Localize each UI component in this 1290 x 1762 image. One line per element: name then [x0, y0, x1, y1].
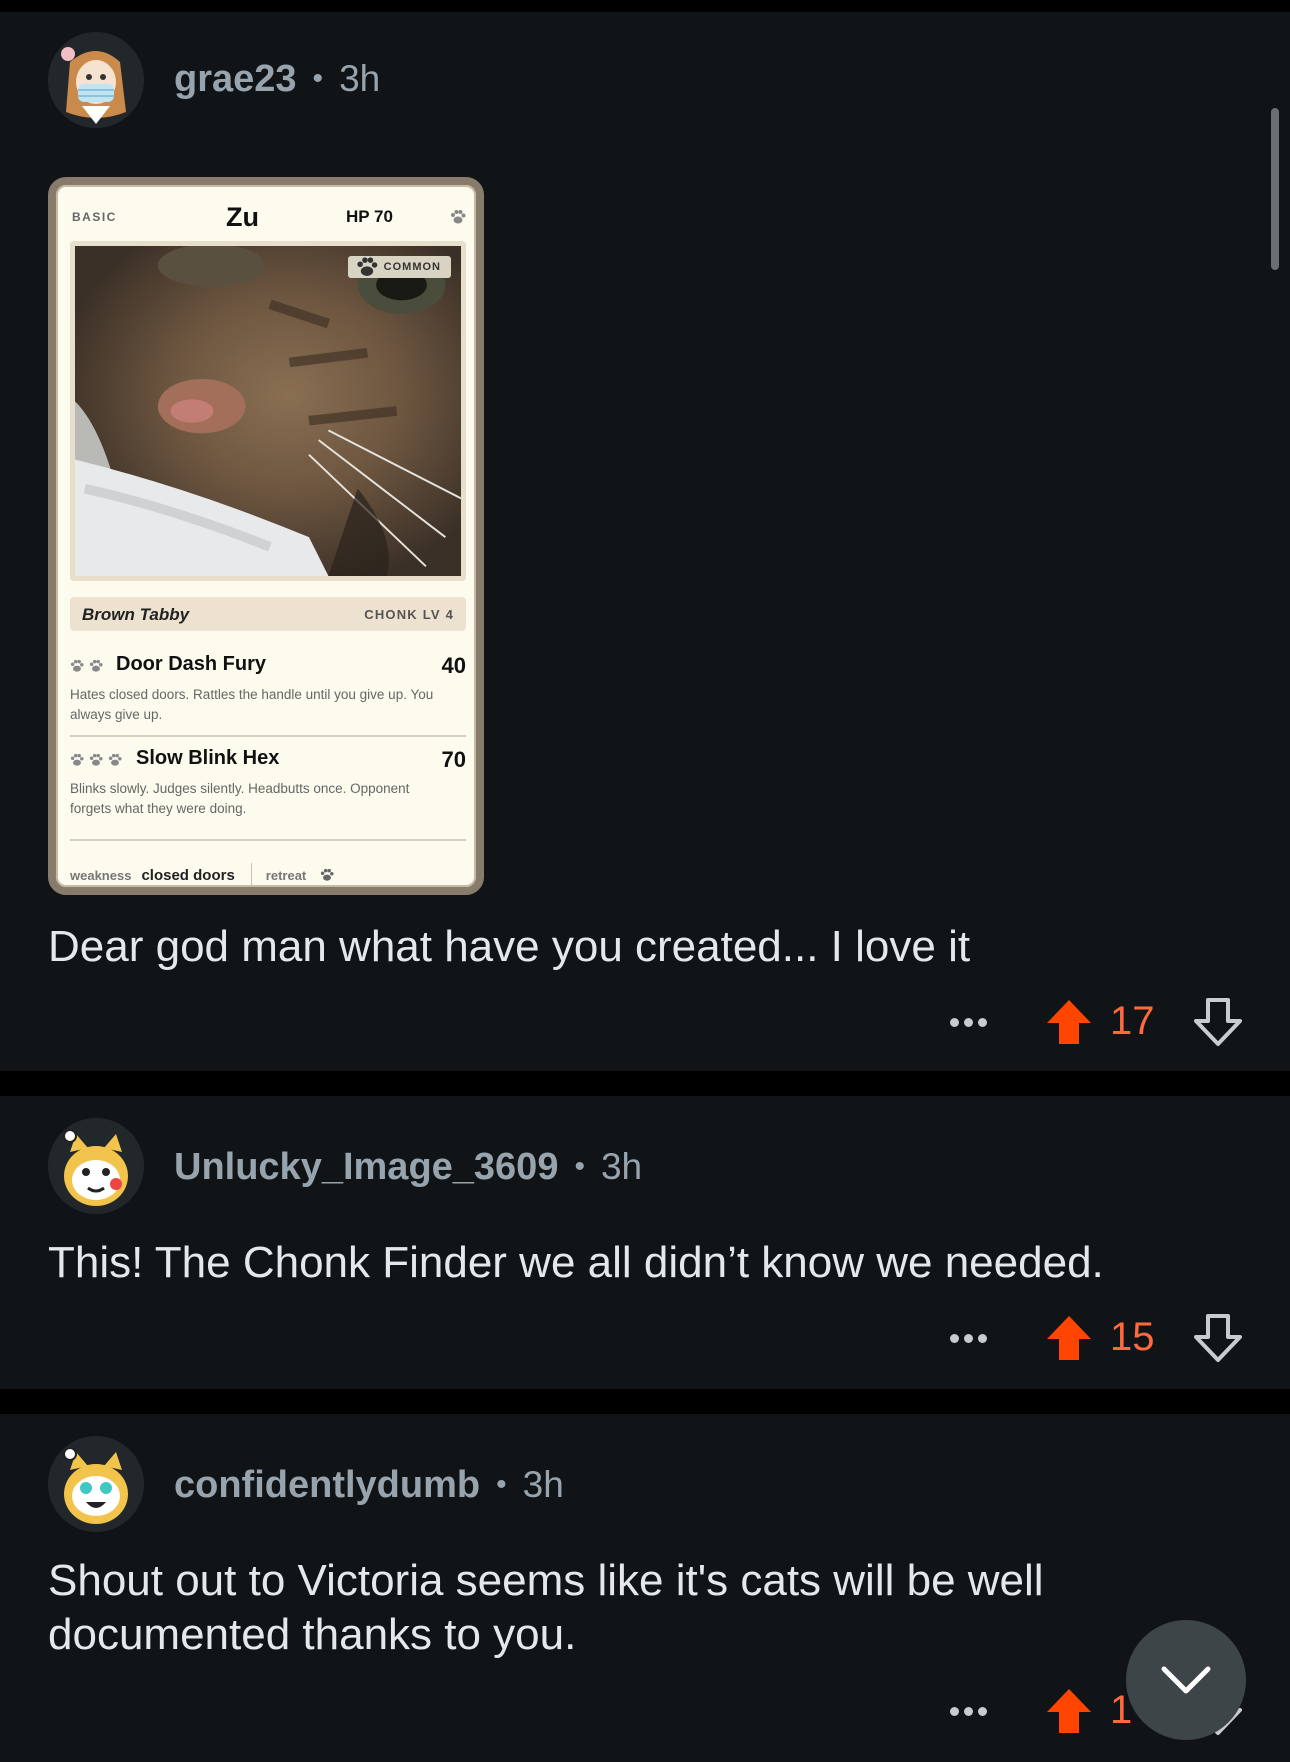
paw-icon: [108, 753, 122, 766]
move-description: Hates closed doors. Rattles the handle u…: [70, 687, 434, 722]
paw-icon: [321, 868, 334, 881]
comment-meta: Unlucky_Image_3609 • 3h: [174, 1142, 642, 1192]
move-damage: 70: [441, 747, 466, 772]
timestamp: 3h: [600, 1146, 643, 1187]
username[interactable]: confidentlydumb: [174, 1464, 480, 1507]
card-footer: weakness closed doors retreat: [70, 863, 466, 887]
comment-body: Dear god man what have you created... I …: [48, 922, 971, 971]
comment: confidentlydumb • 3h Shout out to Victor…: [0, 1414, 1290, 1762]
upvote-arrow-icon[interactable]: [1045, 997, 1093, 1047]
retreat-label: retreat: [265, 867, 307, 883]
user-avatar[interactable]: [48, 1436, 144, 1532]
separator: •: [312, 62, 324, 95]
ellipsis-icon[interactable]: [950, 1698, 1000, 1726]
move-description: Blinks slowly. Judges silently. Headbutt…: [70, 781, 410, 816]
weakness-value: closed doors: [141, 866, 235, 884]
comment-meta: confidentlydumb • 3h: [174, 1460, 564, 1510]
paw-icon: [451, 210, 466, 224]
move-cost: [70, 753, 122, 767]
move-name: Door Dash Fury: [116, 653, 267, 675]
comment: Unlucky_Image_3609 • 3h This! The Chonk …: [0, 1096, 1290, 1389]
timestamp: 3h: [339, 58, 381, 99]
username[interactable]: grae23: [174, 58, 297, 101]
comment-body: This! The Chonk Finder we all didn’t kno…: [48, 1238, 1104, 1287]
user-avatar[interactable]: [48, 1118, 144, 1214]
scrollbar[interactable]: [1271, 108, 1279, 270]
move-1: Door Dash Fury 40 Hates closed doors. Ra…: [70, 653, 466, 725]
upvote-arrow-icon[interactable]: [1045, 1686, 1093, 1736]
paw-icon: [89, 659, 103, 672]
move-cost: [70, 659, 103, 673]
paw-icon: [70, 659, 84, 672]
move-name: Slow Blink Hex: [136, 747, 280, 769]
move-damage: 40: [441, 653, 466, 678]
divider: [250, 863, 252, 887]
upvote-arrow-icon[interactable]: [1045, 1313, 1093, 1363]
paw-icon: [357, 257, 377, 276]
divider: [70, 735, 466, 737]
comment-actions: 15: [940, 1311, 1242, 1367]
comment-body: Shout out to Victoria seems like it's ca…: [48, 1556, 1044, 1659]
separator: •: [496, 1468, 507, 1501]
card-stage: BASIC: [72, 210, 117, 224]
weakness-label: weakness: [70, 867, 132, 883]
chonk-level: CHONK LV 4: [364, 607, 454, 622]
card-name: Zu: [226, 202, 259, 232]
username[interactable]: Unlucky_Image_3609: [174, 1146, 558, 1189]
comment-actions: 17: [940, 995, 1242, 1051]
breed-bar: Brown Tabby CHONK LV 4: [70, 597, 466, 631]
comment-meta: grae23 • 3h: [174, 54, 380, 104]
ellipsis-icon[interactable]: [950, 1325, 1000, 1353]
breed-label: Brown Tabby: [82, 605, 190, 624]
downvote-arrow-icon[interactable]: [1194, 997, 1242, 1047]
collapse-button[interactable]: [1126, 1620, 1246, 1740]
separator: •: [574, 1150, 585, 1183]
comment: grae23 • 3h BASIC Zu HP 70 COMMON Brown …: [0, 12, 1290, 1071]
rarity-label: COMMON: [383, 261, 441, 273]
comment-thread: grae23 • 3h BASIC Zu HP 70 COMMON Brown …: [0, 0, 1290, 1762]
user-avatar[interactable]: [48, 32, 144, 128]
cat-photo: COMMON: [70, 241, 466, 581]
divider: [70, 839, 466, 841]
move-2: Slow Blink Hex 70 Blinks slowly. Judges …: [70, 747, 466, 819]
paw-icon: [89, 753, 103, 766]
chevron-down-icon: [1161, 1666, 1211, 1694]
ellipsis-icon[interactable]: [950, 1009, 1000, 1037]
vote-score: 15: [1110, 1315, 1155, 1359]
downvote-arrow-icon[interactable]: [1194, 1313, 1242, 1363]
paw-icon: [70, 753, 84, 766]
rarity-badge: COMMON: [347, 256, 451, 278]
card-hp: HP 70: [346, 207, 393, 226]
cat-trading-card-image[interactable]: BASIC Zu HP 70 COMMON Brown Tabby CHONK …: [48, 177, 484, 895]
timestamp: 3h: [522, 1464, 564, 1505]
vote-score: 17: [1110, 999, 1155, 1043]
